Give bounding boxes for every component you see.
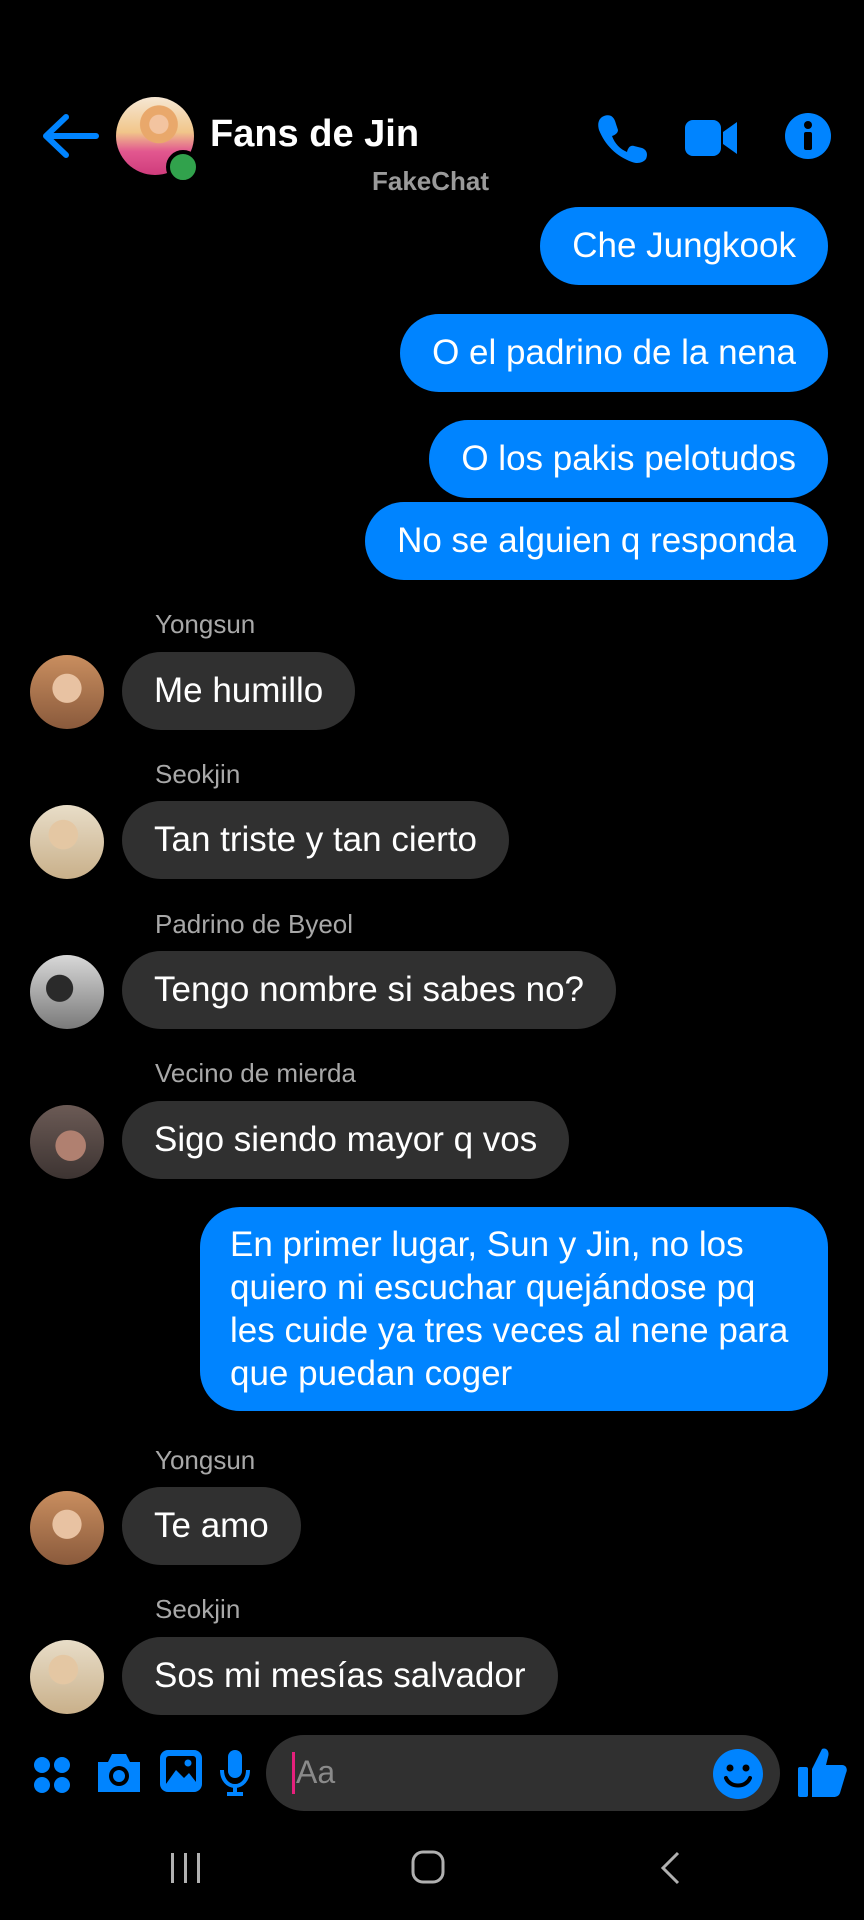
watermark-text: FakeChat [372, 166, 490, 196]
microphone-icon[interactable] [218, 1748, 252, 1796]
apps-icon[interactable] [32, 1755, 72, 1795]
outgoing-message[interactable]: O los pakis pelotudos [429, 420, 828, 498]
outgoing-message[interactable]: O el padrino de la nena [400, 314, 828, 392]
outgoing-message[interactable]: Che Jungkook [540, 207, 828, 285]
back-arrow-icon[interactable] [40, 113, 100, 159]
sender-name: Seokjin [155, 759, 241, 789]
incoming-message[interactable]: Tan triste y tan cierto [122, 801, 509, 879]
online-status-dot [166, 150, 200, 184]
avatar[interactable] [30, 955, 104, 1029]
sender-name: Vecino de mierda [155, 1058, 356, 1088]
gallery-icon[interactable] [158, 1748, 204, 1794]
incoming-message[interactable]: Sigo siendo mayor q vos [122, 1101, 570, 1179]
emoji-icon[interactable] [712, 1748, 764, 1800]
outgoing-message[interactable]: No se alguien q responda [365, 502, 828, 580]
incoming-message[interactable]: Me humillo [122, 652, 356, 730]
sender-name: Yongsun [155, 1445, 256, 1475]
incoming-message[interactable]: Sos mi mesías salvador [122, 1637, 558, 1715]
phone-icon[interactable] [596, 112, 650, 164]
camera-icon[interactable] [94, 1750, 144, 1796]
avatar[interactable] [30, 655, 104, 729]
sender-name: Yongsun [155, 609, 256, 639]
info-icon[interactable] [784, 112, 832, 160]
avatar[interactable] [30, 1105, 104, 1179]
message-input-placeholder: Aa [296, 1754, 336, 1790]
home-icon[interactable] [410, 1849, 446, 1885]
avatar[interactable] [30, 805, 104, 879]
avatar[interactable] [30, 1640, 104, 1714]
incoming-message[interactable]: Te amo [122, 1487, 301, 1565]
avatar[interactable] [30, 1491, 104, 1565]
message-input[interactable] [266, 1735, 780, 1811]
sender-name: Padrino de Byeol [155, 909, 354, 939]
text-cursor [292, 1752, 295, 1794]
back-icon[interactable] [658, 1850, 682, 1886]
chat-title[interactable]: Fans de Jin [210, 113, 419, 156]
recent-apps-icon[interactable] [168, 1852, 204, 1884]
outgoing-message[interactable]: En primer lugar, Sun y Jin, no los quier… [200, 1207, 828, 1411]
video-camera-icon[interactable] [683, 116, 739, 160]
incoming-message[interactable]: Tengo nombre si sabes no? [122, 951, 616, 1029]
thumbs-up-icon[interactable] [796, 1745, 848, 1799]
sender-name: Seokjin [155, 1594, 241, 1624]
